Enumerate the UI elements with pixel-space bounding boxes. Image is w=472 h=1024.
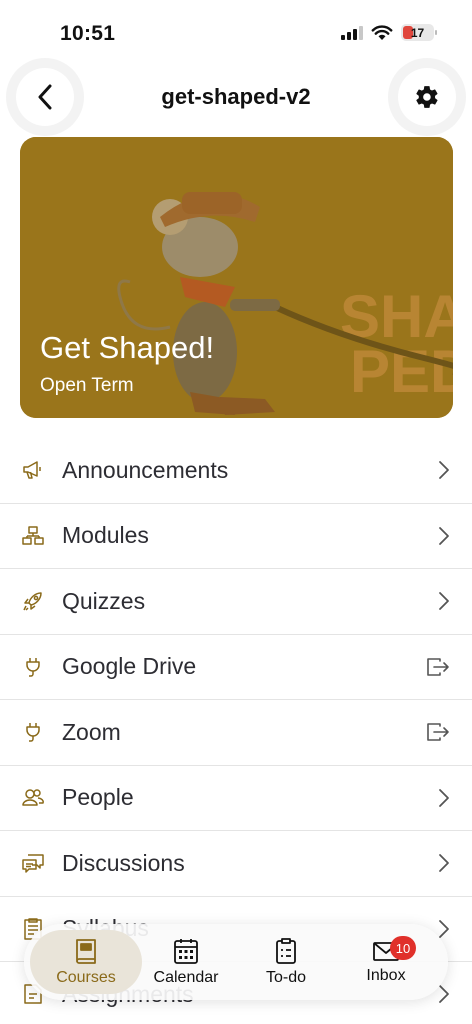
menu-item-label: Quizzes — [62, 587, 146, 614]
tab-todo[interactable]: To-do — [230, 930, 342, 994]
tab-inbox[interactable]: 10 Inbox — [330, 930, 442, 994]
unread-count-badge: 10 — [390, 936, 416, 960]
status-bar: 10:51 17 — [0, 0, 472, 70]
clipboard-icon — [276, 938, 296, 964]
tab-label: To-do — [265, 969, 307, 986]
status-time: 10:51 — [60, 22, 116, 45]
people-icon — [22, 789, 44, 806]
battery-icon: 17 — [401, 24, 437, 41]
modules-icon — [22, 526, 44, 545]
battery-level: 17 — [410, 25, 425, 40]
course-term: Open Term — [40, 375, 134, 396]
tab-label: Courses — [56, 969, 116, 986]
menu-item-quizzes[interactable]: Quizzes — [0, 569, 472, 635]
menu-item-modules[interactable]: Modules — [0, 504, 472, 569]
book-icon — [76, 939, 96, 964]
menu-item-announcements[interactable]: Announcements — [0, 438, 472, 504]
tab-calendar[interactable]: Calendar — [130, 930, 242, 994]
wifi-icon — [371, 24, 393, 40]
menu-item-label: Zoom — [62, 718, 121, 745]
tab-label: Calendar — [153, 969, 219, 986]
menu-item-label: People — [62, 784, 134, 811]
chevron-right-icon — [439, 526, 449, 545]
chevron-right-icon — [439, 592, 449, 611]
megaphone-icon — [23, 461, 41, 479]
menu-item-discussions[interactable]: Discussions — [0, 831, 472, 897]
menu-item-label: Google Drive — [62, 653, 197, 680]
signal-icon — [341, 25, 363, 40]
svg-text:PED: PED — [350, 338, 453, 405]
calendar-icon — [174, 939, 198, 964]
menu-item-google-drive[interactable]: Google Drive — [0, 635, 472, 700]
rocket-icon — [23, 592, 42, 611]
external-link-icon — [427, 723, 449, 742]
tab-label: Inbox — [366, 967, 406, 984]
discussions-icon — [22, 854, 44, 873]
course-title: Get Shaped! — [40, 330, 215, 365]
status-icons: 17 — [341, 24, 437, 41]
plug-icon — [26, 657, 40, 677]
course-hero-card: SHA PED Get Shaped! Open Term — [20, 137, 453, 418]
external-link-icon — [427, 657, 449, 676]
chevron-right-icon — [439, 461, 449, 480]
menu-item-label: Announcements — [62, 456, 229, 483]
menu-item-label: Modules — [62, 522, 149, 549]
gear-icon — [416, 86, 438, 108]
menu-item-zoom[interactable]: Zoom — [0, 700, 472, 766]
plug-icon — [26, 723, 40, 742]
chevron-right-icon — [439, 854, 449, 873]
menu-item-label: Discussions — [62, 849, 185, 876]
settings-button[interactable] — [398, 68, 456, 126]
chevron-right-icon — [439, 788, 449, 807]
bottom-tab-bar: Courses Calendar To-do 10 Inbox — [24, 924, 448, 1000]
tab-courses[interactable]: Courses — [30, 930, 142, 994]
menu-item-people[interactable]: People — [0, 766, 472, 831]
